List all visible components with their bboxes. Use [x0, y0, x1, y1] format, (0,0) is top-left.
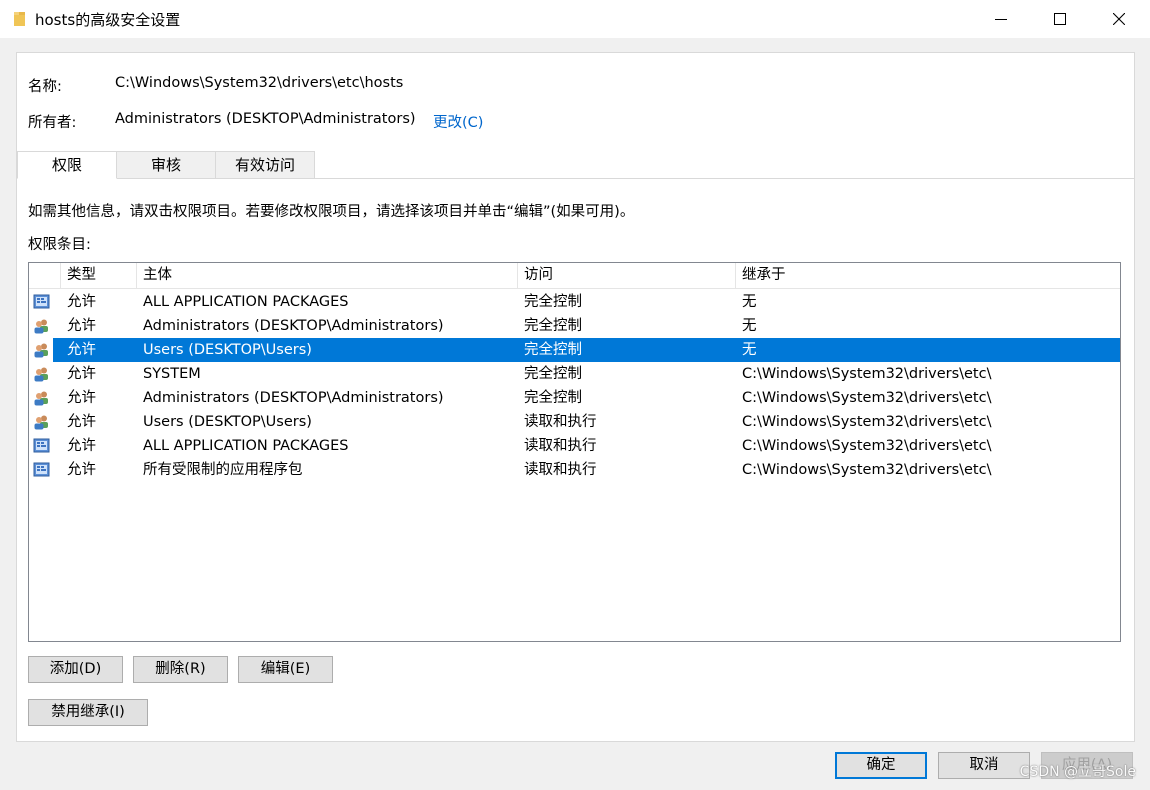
column-header-inherited[interactable]: 继承于: [735, 263, 1120, 289]
folder-icon: [14, 12, 25, 26]
cell-access: 完全控制: [524, 318, 582, 334]
app-package-icon: [33, 438, 50, 454]
window-title: hosts的高级安全设置: [35, 11, 181, 29]
cell-type: 允许: [67, 342, 96, 358]
cell-access: 读取和执行: [524, 438, 597, 454]
cell-principal: Administrators (DESKTOP\Administrators): [143, 318, 444, 334]
cell-access: 读取和执行: [524, 414, 597, 430]
list-header: 类型 主体 访问 继承于: [29, 263, 1120, 289]
column-header-principal[interactable]: 主体: [136, 263, 517, 289]
maximize-button[interactable]: [1031, 0, 1089, 38]
table-row[interactable]: 允许 SYSTEM 完全控制 C:\Windows\System32\drivers\…: [29, 362, 1120, 386]
table-row[interactable]: 允许 Users (DESKTOP\Users) 完全控制 无: [29, 338, 1120, 362]
cell-principal: ALL APPLICATION PACKAGES: [143, 438, 349, 454]
minimize-button[interactable]: [972, 0, 1030, 38]
title-bar: hosts的高级安全设置: [0, 0, 1150, 38]
table-row[interactable]: 允许 Administrators (DESKTOP\Administrators…: [29, 314, 1120, 338]
name-value: C:\Windows\System32\drivers\etc\hosts: [115, 75, 404, 91]
cell-inherited: C:\Windows\System32\drivers\etc\: [742, 414, 992, 430]
name-label: 名称:: [28, 79, 62, 95]
instructions-text: 如需其他信息，请双击权限项目。若要修改权限项目，请选择该项目并单击“编辑”(如果…: [28, 204, 635, 220]
cell-access: 完全控制: [524, 342, 582, 358]
cell-principal: 所有受限制的应用程序包: [143, 462, 303, 478]
cell-inherited: 无: [742, 294, 757, 310]
cell-inherited: C:\Windows\System32\drivers\etc\: [742, 390, 992, 406]
cell-access: 完全控制: [524, 390, 582, 406]
users-group-icon: [33, 366, 50, 382]
users-group-icon: [33, 414, 50, 430]
tab-permissions[interactable]: 权限: [17, 151, 117, 179]
cell-type: 允许: [67, 414, 96, 430]
permission-entries-list[interactable]: 类型 主体 访问 继承于 允许 ALL APPLICATION PACKAGES 完…: [28, 262, 1121, 642]
remove-button[interactable]: 删除(R): [133, 656, 228, 683]
cell-type: 允许: [67, 318, 96, 334]
watermark: CSDN @立哥Sole: [1019, 764, 1136, 780]
change-owner-link[interactable]: 更改(C): [433, 111, 483, 132]
cell-inherited: C:\Windows\System32\drivers\etc\: [742, 366, 992, 382]
cell-access: 完全控制: [524, 294, 582, 310]
cell-principal: ALL APPLICATION PACKAGES: [143, 294, 349, 310]
table-row[interactable]: 允许 ALL APPLICATION PACKAGES 完全控制 无: [29, 290, 1120, 314]
users-group-icon: [33, 390, 50, 406]
tab-auditing[interactable]: 审核: [116, 151, 216, 179]
dialog-client: 名称: C:\Windows\System32\drivers\etc\host…: [0, 38, 1150, 790]
users-group-icon: [33, 318, 50, 334]
users-group-icon: [33, 342, 50, 358]
tab-effective-access[interactable]: 有效访问: [215, 151, 315, 179]
entries-label: 权限条目:: [28, 237, 91, 253]
table-row[interactable]: 允许 Users (DESKTOP\Users) 读取和执行 C:\Windows\S…: [29, 410, 1120, 434]
cell-principal: Administrators (DESKTOP\Administrators): [143, 390, 444, 406]
cell-type: 允许: [67, 366, 96, 382]
main-panel: 名称: C:\Windows\System32\drivers\etc\host…: [16, 52, 1135, 742]
cell-type: 允许: [67, 390, 96, 406]
owner-value: Administrators (DESKTOP\Administrators): [115, 111, 416, 127]
minimize-icon: [995, 19, 1007, 20]
owner-label: 所有者:: [28, 115, 77, 131]
app-package-icon: [33, 462, 50, 478]
cell-principal: Users (DESKTOP\Users): [143, 414, 312, 430]
cell-principal: SYSTEM: [143, 366, 201, 382]
cell-principal: Users (DESKTOP\Users): [143, 342, 312, 358]
close-icon: [1113, 13, 1125, 25]
cell-access: 读取和执行: [524, 462, 597, 478]
cell-type: 允许: [67, 438, 96, 454]
cell-access: 完全控制: [524, 366, 582, 382]
disable-inheritance-button[interactable]: 禁用继承(I): [28, 699, 148, 726]
cell-type: 允许: [67, 462, 96, 478]
cell-inherited: 无: [742, 342, 757, 358]
table-row[interactable]: 允许 Administrators (DESKTOP\Administrators…: [29, 386, 1120, 410]
ok-button[interactable]: 确定: [835, 752, 927, 779]
column-header-access[interactable]: 访问: [517, 263, 735, 289]
cell-inherited: C:\Windows\System32\drivers\etc\: [742, 462, 992, 478]
add-button[interactable]: 添加(D): [28, 656, 123, 683]
close-button[interactable]: [1090, 0, 1148, 38]
cell-type: 允许: [67, 294, 96, 310]
edit-button[interactable]: 编辑(E): [238, 656, 333, 683]
maximize-icon: [1054, 13, 1066, 25]
table-row[interactable]: 允许 所有受限制的应用程序包 读取和执行 C:\Windows\System32\dr…: [29, 458, 1120, 482]
app-package-icon: [33, 294, 50, 310]
cell-inherited: 无: [742, 318, 757, 334]
table-row[interactable]: 允许 ALL APPLICATION PACKAGES 读取和执行 C:\Window…: [29, 434, 1120, 458]
cell-inherited: C:\Windows\System32\drivers\etc\: [742, 438, 992, 454]
column-header-type[interactable]: 类型: [60, 263, 136, 289]
cancel-button[interactable]: 取消: [938, 752, 1030, 779]
